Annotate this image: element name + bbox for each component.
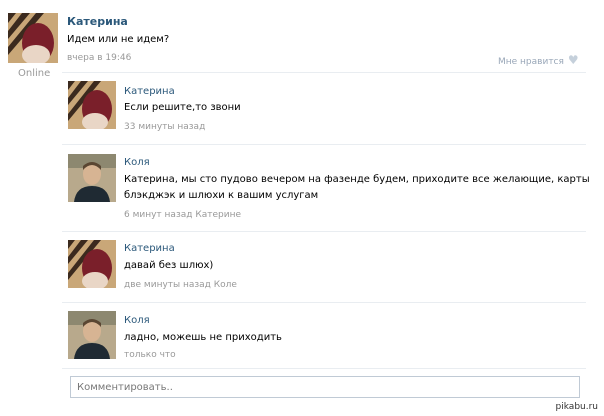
avatar-kolya[interactable] <box>68 311 116 359</box>
comment-meta[interactable]: только что <box>124 350 176 360</box>
comment-text-line2: блэкджэк и шлюхи к вашим услугам <box>124 190 319 201</box>
comment-text: давай без шлюх) <box>124 260 214 271</box>
post-time[interactable]: вчера в 19:46 <box>67 53 131 63</box>
comment-meta[interactable]: 33 минуты назад <box>124 122 205 132</box>
comment-input[interactable] <box>70 376 580 398</box>
online-status: Online <box>18 68 51 79</box>
comment-text: Если решите,то звони <box>124 102 241 113</box>
separator <box>62 72 586 73</box>
avatar-kolya[interactable] <box>68 154 116 202</box>
comment-author-link[interactable]: Коля <box>124 315 150 326</box>
comment-meta[interactable]: 6 минут назад Катерине <box>124 210 241 220</box>
watermark: pikabu.ru <box>555 402 598 412</box>
avatar-katerina[interactable] <box>68 81 116 129</box>
comment-meta[interactable]: две минуты назад Коле <box>124 280 237 290</box>
comment-author-link[interactable]: Коля <box>124 157 150 168</box>
post-text: Идем или не идем? <box>67 34 170 45</box>
post-author-link[interactable]: Катерина <box>67 15 128 28</box>
comment-author-link[interactable]: Катерина <box>124 86 175 97</box>
separator <box>62 144 586 145</box>
like-label: Мне нравится <box>498 57 564 67</box>
comment-text: Катерина, мы сто пудово вечером на фазен… <box>124 174 590 185</box>
avatar-katerina[interactable] <box>68 240 116 288</box>
avatar-katerina-main[interactable] <box>8 13 58 63</box>
separator <box>62 231 586 232</box>
separator <box>62 368 586 369</box>
comment-text: ладно, можешь не приходить <box>124 332 282 343</box>
like-button[interactable]: Мне нравится ♥ <box>498 53 579 67</box>
separator <box>62 302 586 303</box>
comment-author-link[interactable]: Катерина <box>124 243 175 254</box>
heart-icon: ♥ <box>567 53 579 67</box>
